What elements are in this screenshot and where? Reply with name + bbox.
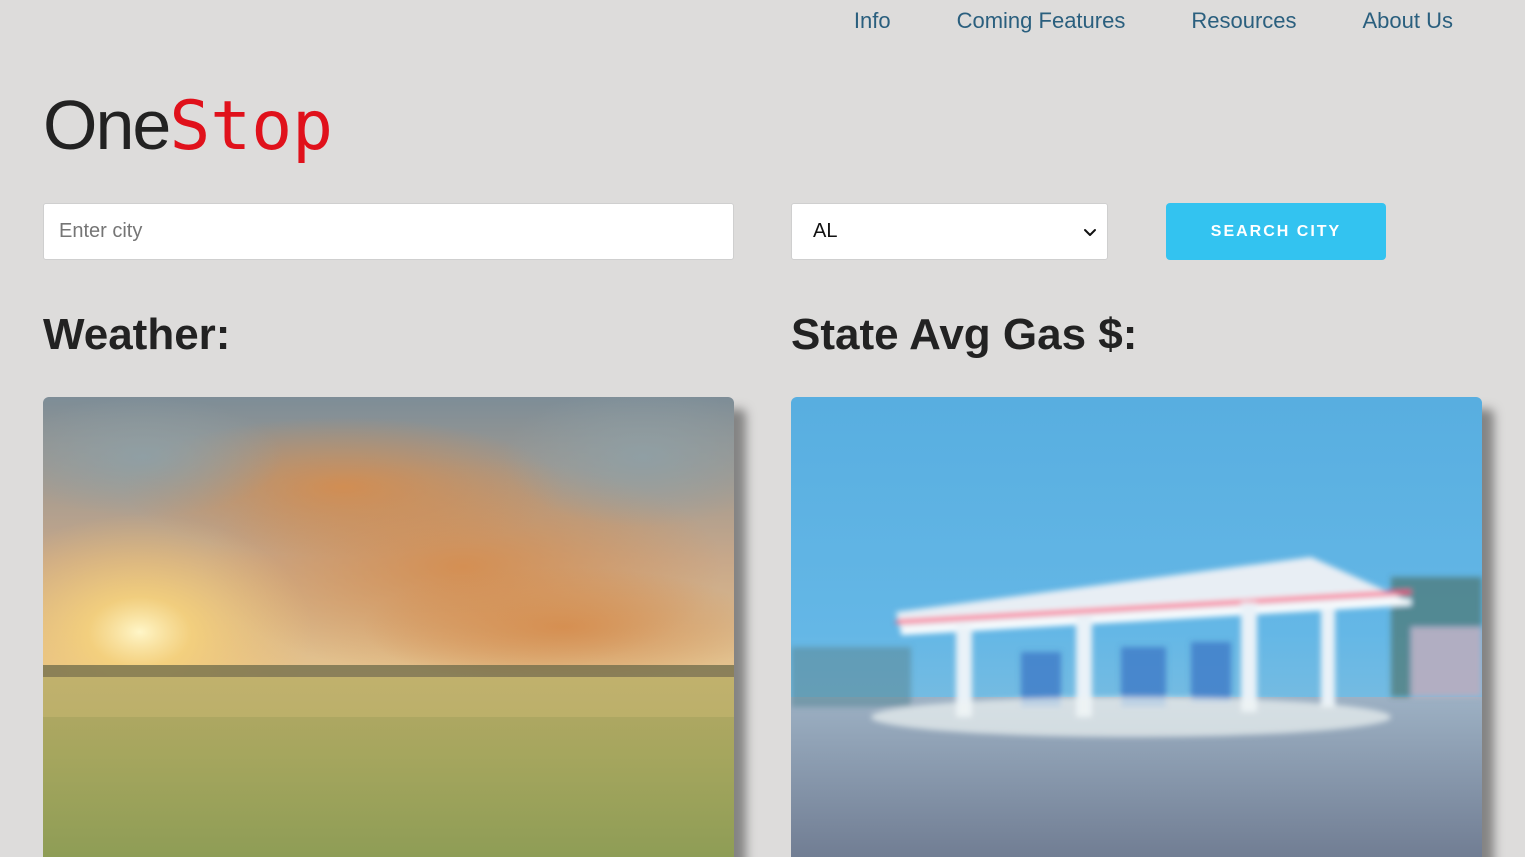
search-city-button[interactable]: SEARCH CITY (1166, 203, 1386, 260)
nav-link-about-us[interactable]: About Us (1363, 6, 1454, 36)
site-logo: OneStop (43, 80, 333, 172)
gas-station-image (791, 397, 1482, 857)
nav-link-resources[interactable]: Resources (1191, 6, 1296, 36)
gas-heading: State Avg Gas $: (791, 310, 1138, 359)
weather-heading: Weather: (43, 310, 231, 359)
chevron-down-icon (1084, 228, 1096, 236)
weather-image (43, 397, 734, 857)
top-nav: Info Coming Features Resources About Us (854, 6, 1453, 36)
nav-link-info[interactable]: Info (854, 6, 891, 36)
logo-stop: Stop (169, 87, 334, 166)
gas-card (791, 397, 1482, 857)
logo-one: One (43, 86, 171, 164)
state-select-value: AL (813, 220, 838, 242)
nav-link-coming-features[interactable]: Coming Features (957, 6, 1126, 36)
city-input[interactable] (43, 203, 734, 260)
state-select[interactable]: AL (791, 203, 1108, 260)
weather-card (43, 397, 734, 857)
